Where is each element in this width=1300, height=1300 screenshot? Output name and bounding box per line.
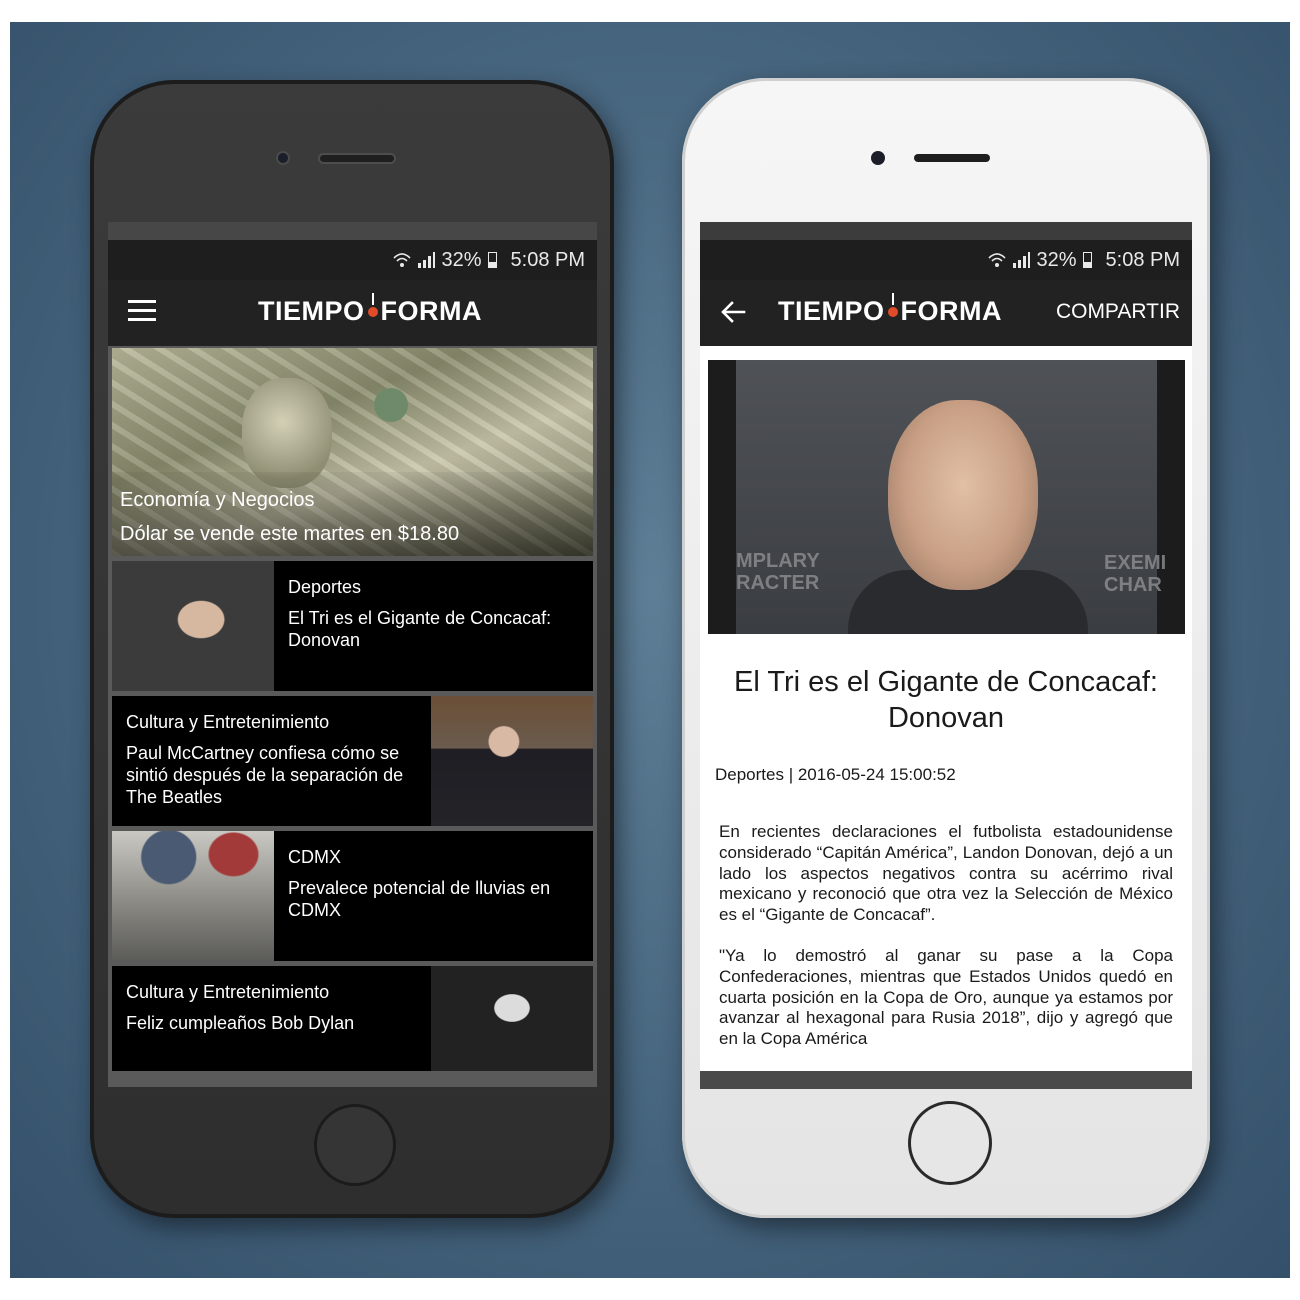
backdrop-lettering-right: EXEMI CHAR xyxy=(1104,552,1167,596)
list-item[interactable]: Cultura y Entretenimiento Paul McCartney… xyxy=(112,696,593,826)
front-camera xyxy=(278,153,288,163)
app-logo: TIEMPO FORMA xyxy=(258,292,482,326)
battery-percent: 32% xyxy=(441,248,482,271)
article-screen: 32% 5:08 PM TIEMPO FORMA COMPARTIR MPLARY… xyxy=(700,222,1192,1089)
item-category: Cultura y Entretenimiento xyxy=(126,712,330,732)
logo-mark-icon xyxy=(887,292,898,317)
list-item[interactable]: Deportes El Tri es el Gigante de Concaca… xyxy=(112,561,593,691)
backdrop-lettering-left: MPLARY RACTER xyxy=(736,550,820,594)
clock: 5:08 PM xyxy=(1105,248,1180,271)
screen-bottom-strip xyxy=(108,1071,597,1087)
hero-story[interactable]: Economía y Negocios Dólar se vende este … xyxy=(112,348,593,556)
app-bar: TIEMPO FORMA xyxy=(108,280,597,346)
rain-umbrellas-photo xyxy=(112,831,274,961)
app-bar: TIEMPO FORMA COMPARTIR xyxy=(700,280,1192,346)
donovan-photo xyxy=(112,561,274,691)
signal-icon xyxy=(418,252,436,268)
status-bar: 32% 5:08 PM xyxy=(108,240,597,280)
article-title: El Tri es el Gigante de Concacaf: Donova… xyxy=(734,666,1158,734)
earpiece-speaker xyxy=(914,154,990,162)
item-title: Feliz cumpleaños Bob Dylan xyxy=(126,1013,355,1033)
home-button[interactable] xyxy=(908,1101,992,1185)
screen-top-strip xyxy=(108,222,597,240)
hero-title: Dólar se vende este martes en $18.80 xyxy=(120,523,460,545)
list-item[interactable]: Cultura y Entretenimiento Feliz cumpleañ… xyxy=(112,966,593,1071)
article-meta: Deportes | 2016-05-24 15:00:52 xyxy=(715,765,956,784)
screen-bottom-strip xyxy=(700,1071,1192,1089)
wifi-icon xyxy=(393,253,412,267)
item-category: CDMX xyxy=(288,847,341,867)
earpiece-speaker xyxy=(320,155,394,162)
status-bar: 32% 5:08 PM xyxy=(700,240,1192,280)
article-paragraph: En recientes declaraciones el futbolista… xyxy=(719,822,1173,925)
item-title: Prevalece potencial de lluvias en CDMX xyxy=(288,878,551,920)
item-title: Paul McCartney confiesa cómo se sintió d… xyxy=(126,743,404,807)
logo-mark-icon xyxy=(367,292,378,317)
wifi-icon xyxy=(988,253,1007,267)
mccartney-photo xyxy=(431,696,593,826)
item-category: Deportes xyxy=(288,577,362,597)
home-button[interactable] xyxy=(314,1104,396,1186)
hero-category: Economía y Negocios xyxy=(120,489,315,511)
dylan-photo xyxy=(431,966,593,1071)
menu-icon[interactable] xyxy=(128,300,156,322)
front-camera xyxy=(871,151,885,165)
battery-icon xyxy=(1082,252,1092,268)
battery-percent: 32% xyxy=(1036,248,1077,271)
article-photo-donovan: MPLARY RACTER EXEMI CHAR xyxy=(708,360,1185,634)
article-body: En recientes declaraciones el futbolista… xyxy=(719,822,1173,1067)
feed-screen: 32% 5:08 PM TIEMPO FORMA Economía y Negoc… xyxy=(108,222,597,1087)
battery-icon xyxy=(487,252,497,268)
screen-top-strip xyxy=(700,222,1192,240)
list-item[interactable]: CDMX Prevalece potencial de lluvias en C… xyxy=(112,831,593,961)
app-logo: TIEMPO FORMA xyxy=(778,292,1002,326)
article-paragraph: "Ya lo demostró al ganar su pase a la Co… xyxy=(719,945,1173,1049)
signal-icon xyxy=(1013,252,1031,268)
back-arrow-icon[interactable] xyxy=(720,299,746,325)
clock: 5:08 PM xyxy=(510,248,585,271)
item-title: El Tri es el Gigante de Concacaf: Donova… xyxy=(288,608,552,650)
share-button[interactable]: COMPARTIR xyxy=(1056,300,1180,324)
item-category: Cultura y Entretenimiento xyxy=(126,982,330,1002)
